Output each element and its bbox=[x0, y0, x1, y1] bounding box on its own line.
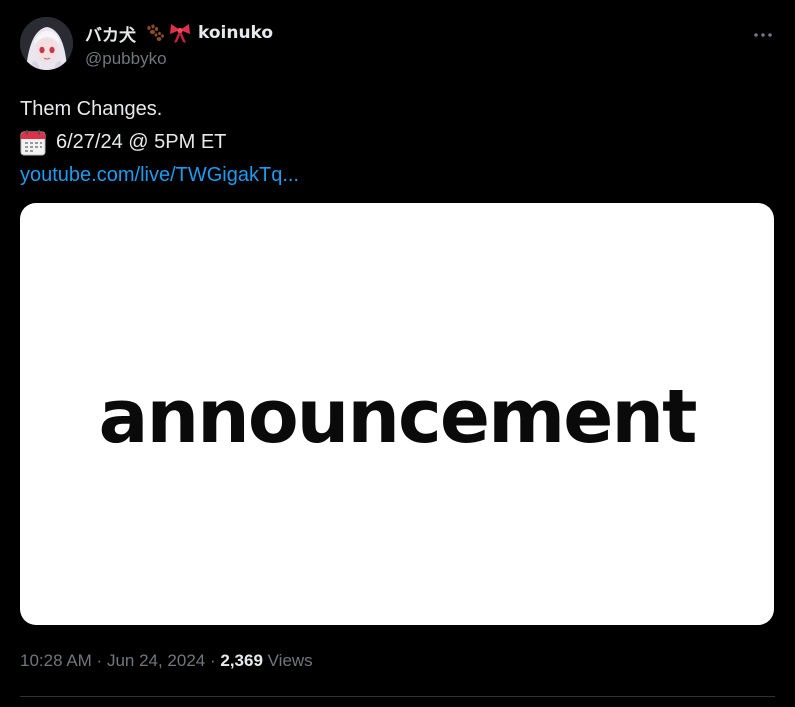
tweet-text: Them Changes. 6/27/24 @ 5PM ET youtube.c… bbox=[20, 93, 760, 192]
media-image[interactable]: announcement bbox=[20, 203, 774, 625]
more-options-button[interactable] bbox=[750, 29, 776, 41]
avatar-icon bbox=[20, 17, 73, 70]
meta-separator: · bbox=[91, 651, 107, 670]
tweet-header: バカ犬 koinuko @pubbyko bbox=[20, 17, 775, 73]
tweet-meta: 10:28 AM · Jun 24, 2024 · 2,369 Views bbox=[20, 651, 313, 671]
author-display-name-suffix[interactable]: koinuko bbox=[198, 23, 273, 43]
tweet-date-text: 6/27/24 @ 5PM ET bbox=[56, 131, 227, 153]
divider bbox=[20, 696, 775, 697]
more-horizontal-icon bbox=[754, 33, 772, 37]
views-label: Views bbox=[267, 651, 313, 670]
avatar[interactable] bbox=[20, 17, 73, 70]
tweet-date-line: 6/27/24 @ 5PM ET bbox=[20, 126, 760, 159]
tweet-date[interactable]: Jun 24, 2024 bbox=[107, 651, 205, 670]
author-handle[interactable]: @pubbyko bbox=[85, 49, 167, 69]
calendar-icon bbox=[20, 129, 46, 156]
views-count: 2,369 bbox=[220, 651, 263, 670]
media-headline: announcement bbox=[98, 374, 698, 460]
ribbon-icon bbox=[168, 22, 192, 44]
meta-separator: · bbox=[205, 651, 221, 670]
paw-prints-icon bbox=[144, 23, 166, 43]
tweet-time[interactable]: 10:28 AM bbox=[20, 651, 92, 670]
tweet-link-line: youtube.com/live/TWGigakTq... bbox=[20, 159, 760, 192]
tweet-text-line: Them Changes. bbox=[20, 98, 163, 120]
youtube-link[interactable]: youtube.com/live/TWGigakTq... bbox=[20, 164, 299, 186]
tweet: バカ犬 koinuko @pubbyko Them Changes. 6/27/… bbox=[0, 0, 795, 707]
author-display-name[interactable]: バカ犬 bbox=[85, 21, 136, 46]
author-name-row[interactable]: バカ犬 koinuko bbox=[85, 21, 273, 46]
